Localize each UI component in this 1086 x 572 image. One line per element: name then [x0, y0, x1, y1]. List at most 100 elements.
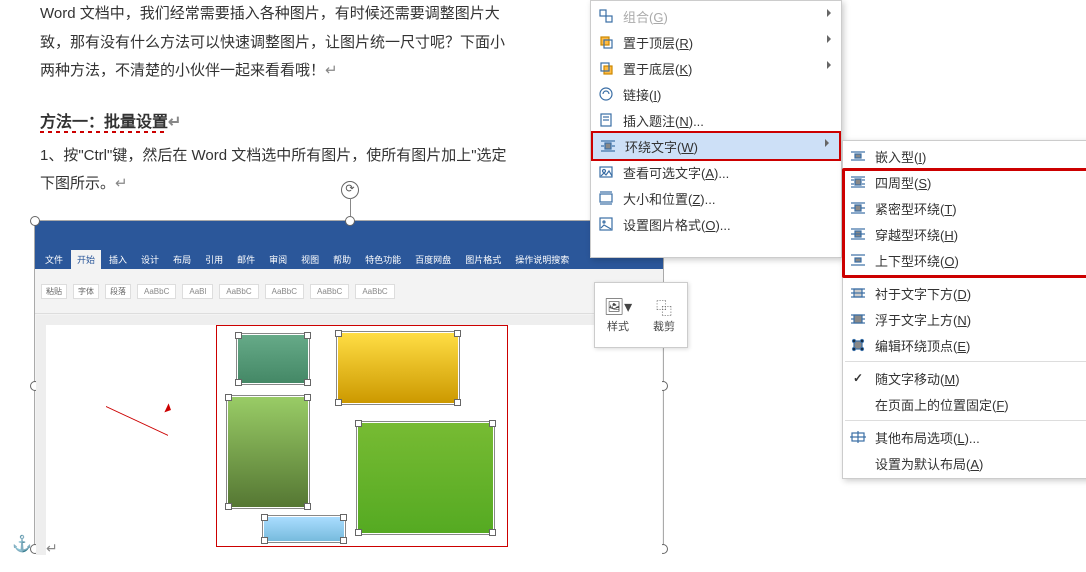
ribbon-tab[interactable]: 邮件	[231, 250, 261, 269]
crop-button[interactable]: ⿻ 裁剪	[641, 283, 687, 347]
ribbon-group[interactable]: 粘贴	[41, 284, 67, 299]
menu-item-group[interactable]: 组合(G)	[591, 3, 841, 29]
crop-label: 裁剪	[653, 318, 675, 334]
para-text: 1、按"Ctrl"键，然后在 Word 文档选中所有图片，使所有图片加上"选定	[40, 147, 507, 164]
style-preview[interactable]: AaBbC	[137, 284, 176, 299]
wrap-icon	[599, 137, 617, 155]
menu-item-label: 在页面上的位置固定(F)	[875, 395, 1009, 414]
word-canvas	[36, 315, 662, 555]
ribbon-tab[interactable]: 文件	[39, 250, 69, 269]
submenu-arrow-icon	[827, 61, 835, 69]
menu-item-w-through[interactable]: 穿越型环绕(H)	[843, 221, 1086, 247]
ribbon-tab[interactable]: 百度网盘	[409, 250, 457, 269]
sample-image[interactable]	[263, 516, 345, 542]
red-selection-box	[216, 325, 508, 547]
resize-handle[interactable]	[30, 216, 40, 226]
ribbon-tab[interactable]: 引用	[199, 250, 229, 269]
menu-item-w-behind[interactable]: 衬于文字下方(D)	[843, 280, 1086, 306]
menu-item-link[interactable]: 链接(I)	[591, 81, 841, 107]
menu-item-item9[interactable]: 在页面上的位置固定(F)	[843, 391, 1086, 417]
w-edit-icon	[849, 336, 867, 354]
style-button[interactable]: 🖼▾ 样式	[595, 283, 641, 347]
ribbon-tab[interactable]: 布局	[167, 250, 197, 269]
menu-item-back[interactable]: 置于底层(K)	[591, 55, 841, 81]
menu-item-label: 编辑环绕顶点(E)	[875, 336, 970, 355]
para-text: 致，那有没有什么方法可以快速调整图片，让图片统一尺寸呢？下面小	[40, 34, 505, 51]
check-icon: ✓	[849, 369, 867, 387]
menu-item-label: 链接(I)	[623, 85, 661, 104]
style-preview[interactable]: AaBl	[182, 284, 213, 299]
ribbon-tab[interactable]: 审阅	[263, 250, 293, 269]
sample-image[interactable]	[237, 334, 309, 384]
style-preview[interactable]: AaBbC	[310, 284, 349, 299]
menu-item-w-topbot[interactable]: 上下型环绕(O)	[843, 247, 1086, 273]
ribbon-tab[interactable]: 视图	[295, 250, 325, 269]
menu-item-w-front[interactable]: 浮于文字上方(N)	[843, 306, 1086, 332]
format-icon	[597, 215, 615, 233]
menu-item-w-edit[interactable]: 编辑环绕顶点(E)	[843, 332, 1086, 358]
resize-handle[interactable]	[345, 216, 355, 226]
w-inline-icon	[849, 147, 867, 165]
menu-item-label: 查看可选文字(A)...	[623, 163, 729, 182]
alt-icon	[597, 163, 615, 181]
context-menu[interactable]: 组合(G) 置于顶层(R)置于底层(K) 链接(I) 插入题注(N)...环绕文字(W…	[590, 0, 842, 258]
menu-item-wrap[interactable]: 环绕文字(W)	[591, 131, 841, 161]
wrap-text-submenu[interactable]: 嵌入型(I) 四周型(S) 紧密型环绕(T) 穿越型环绕(H) 上下型环绕(O) 衬于文字…	[842, 140, 1086, 479]
w-behind-icon	[849, 284, 867, 302]
submenu-arrow-icon	[827, 9, 835, 17]
menu-item-format[interactable]: 设置图片格式(O)...	[591, 211, 841, 237]
menu-item-w-inline[interactable]: 嵌入型(I)	[843, 143, 1086, 169]
style-label: 样式	[607, 318, 629, 334]
menu-item-w-more[interactable]: 其他布局选项(L)...	[843, 424, 1086, 450]
ribbon-group[interactable]: 段落	[105, 284, 131, 299]
menu-item-alt[interactable]: 查看可选文字(A)...	[591, 159, 841, 185]
w-square-icon	[849, 173, 867, 191]
menu-item-label: 组合(G)	[623, 7, 668, 26]
menu-item-w-tight[interactable]: 紧密型环绕(T)	[843, 195, 1086, 221]
style-preview[interactable]: AaBbC	[219, 284, 258, 299]
ribbon-tab[interactable]: 设计	[135, 250, 165, 269]
ribbon-tab[interactable]: 图片格式	[459, 250, 507, 269]
floating-mini-toolbar[interactable]: 🖼▾ 样式 ⿻ 裁剪	[594, 282, 688, 348]
menu-item-label: 浮于文字上方(N)	[875, 310, 971, 329]
rotate-handle-icon[interactable]: ⟳	[341, 181, 359, 199]
menu-item-w-square[interactable]: 四周型(S)	[843, 169, 1086, 195]
menu-item-label: 穿越型环绕(H)	[875, 225, 958, 244]
menu-item-caption[interactable]: 插入题注(N)...	[591, 107, 841, 133]
style-preview[interactable]: AaBbC	[265, 284, 304, 299]
heading-method1: 方法一：批量设置	[40, 114, 168, 133]
para-text: 下图所示。	[40, 175, 115, 192]
red-arrow-annotation	[106, 375, 176, 415]
menu-item-label: 四周型(S)	[875, 173, 931, 192]
menu-item-item11[interactable]: 设置为默认布局(A)	[843, 450, 1086, 476]
style-preview[interactable]: AaBbC	[355, 284, 394, 299]
sample-image[interactable]	[227, 396, 309, 508]
menu-item-label: 紧密型环绕(T)	[875, 199, 957, 218]
menu-item-label: 衬于文字下方(D)	[875, 284, 971, 303]
embedded-word-screenshot[interactable]: ⟳ 文件开始插入设计布局引用邮件审阅视图帮助特色功能百度网盘图片格式操作说明搜索…	[34, 220, 664, 550]
menu-item-front[interactable]: 置于顶层(R)	[591, 29, 841, 55]
sample-image[interactable]	[337, 332, 459, 404]
ribbon-tab[interactable]: 插入	[103, 250, 133, 269]
front-icon	[597, 33, 615, 51]
menu-item-label: 设置图片格式(O)...	[623, 215, 731, 234]
menu-item-check[interactable]: ✓随文字移动(M)	[843, 365, 1086, 391]
ribbon-group[interactable]: 字体	[73, 284, 99, 299]
word-ribbon-panel: 粘贴字体段落 AaBbC AaBl AaBbC AaBbC AaBbC AaBbC	[35, 269, 663, 314]
menu-item-label: 上下型环绕(O)	[875, 251, 959, 270]
tell-me-search[interactable]: 操作说明搜索	[509, 250, 575, 269]
ribbon-tab[interactable]: 特色功能	[359, 250, 407, 269]
w-tight-icon	[849, 199, 867, 217]
crop-icon: ⿻	[656, 296, 672, 318]
ribbon-tab[interactable]: 开始	[71, 250, 101, 269]
link-icon	[597, 85, 615, 103]
anchor-icon: ⚓	[12, 534, 32, 554]
ribbon-tab[interactable]: 帮助	[327, 250, 357, 269]
menu-item-size[interactable]: 大小和位置(Z)...	[591, 185, 841, 211]
w-through-icon	[849, 225, 867, 243]
sample-image[interactable]	[357, 422, 494, 534]
para-mark: ↵	[325, 62, 338, 79]
size-icon	[597, 189, 615, 207]
w-front-icon	[849, 310, 867, 328]
w-more-icon	[849, 428, 867, 446]
